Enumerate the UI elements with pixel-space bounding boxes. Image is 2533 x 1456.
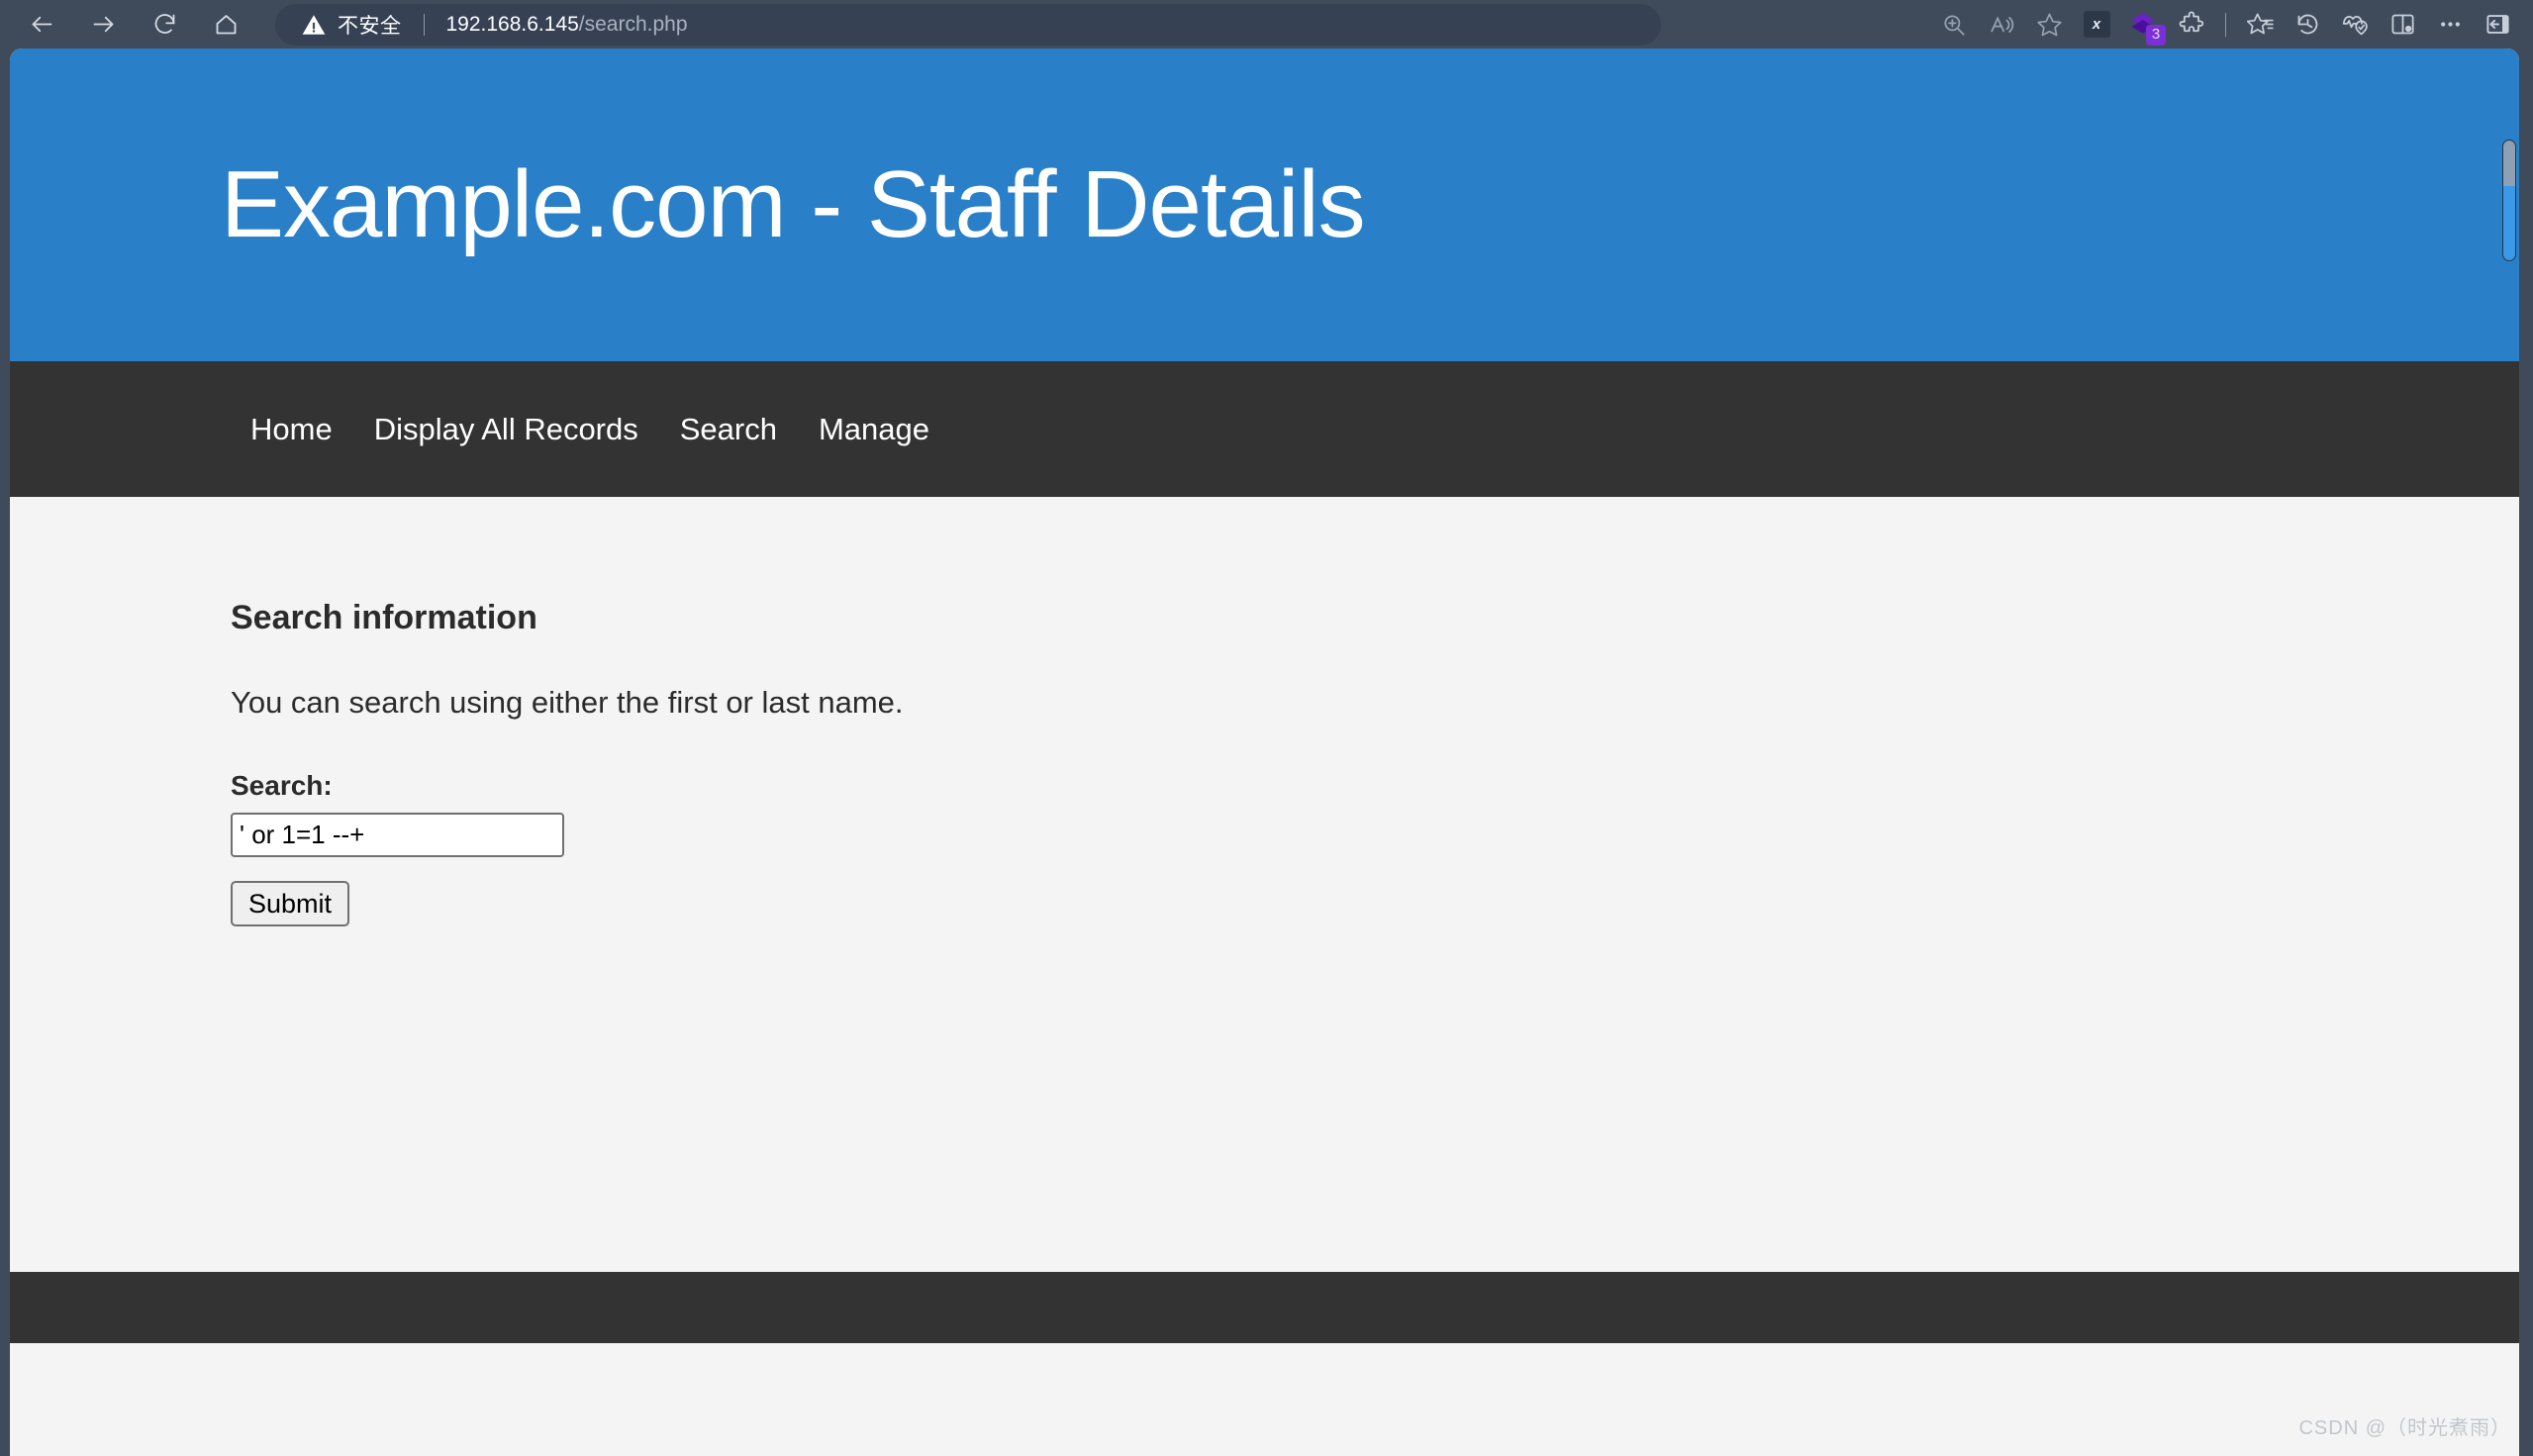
browser-toolbar: x 3	[1930, 0, 2533, 49]
section-heading: Search information	[231, 599, 537, 636]
browser-essentials-icon[interactable]	[2331, 0, 2379, 49]
url-text: 192.168.6.145/search.php	[446, 13, 688, 37]
sidebar-toggle-icon[interactable]	[2474, 0, 2521, 49]
page-viewport: Example.com - Staff Details Home Display…	[10, 49, 2519, 1456]
extension-count-badge: 3	[2146, 25, 2166, 46]
url-path: /search.php	[578, 12, 688, 36]
watermark-text: CSDN @（时光煮雨）	[2298, 1417, 2511, 1439]
page-bottom-whitespace	[10, 1343, 2519, 1456]
extensions-puzzle-icon[interactable]	[2168, 0, 2215, 49]
submit-button[interactable]: Submit	[231, 881, 350, 926]
nav-link-home[interactable]: Home	[250, 412, 333, 447]
more-options-icon[interactable]	[2426, 0, 2474, 49]
address-bar[interactable]: 不安全 192.168.6.145/search.php	[275, 3, 1661, 46]
favorite-star-icon[interactable]	[2025, 0, 2073, 49]
page-scrollbar-thumb[interactable]	[2502, 140, 2516, 261]
page-title: Example.com - Staff Details	[221, 151, 1366, 258]
search-input[interactable]	[231, 813, 564, 857]
nav-link-search[interactable]: Search	[680, 412, 777, 447]
search-field-label: Search:	[231, 770, 333, 801]
toolbar-divider	[2225, 12, 2226, 37]
section-description: You can search using either the first or…	[231, 685, 904, 720]
home-icon[interactable]	[200, 0, 251, 49]
site-footer	[10, 1272, 2519, 1343]
url-host: 192.168.6.145	[445, 12, 579, 36]
browser-chrome: 不安全 192.168.6.145/search.php x 3	[0, 0, 2533, 49]
excel-extension-icon[interactable]: x	[2073, 0, 2120, 49]
search-form: Search: Submit	[231, 770, 2519, 926]
security-status-label: 不安全	[338, 14, 402, 38]
nav-link-manage[interactable]: Manage	[819, 412, 929, 447]
reload-icon[interactable]	[139, 0, 190, 49]
main-content: Search information You can search using …	[10, 497, 2519, 1130]
read-aloud-icon[interactable]	[1978, 0, 2025, 49]
address-divider	[423, 13, 425, 36]
split-screen-icon[interactable]	[2379, 0, 2426, 49]
excel-chip-label: x	[2083, 11, 2110, 38]
forward-button[interactable]	[77, 0, 129, 49]
history-icon[interactable]	[2284, 0, 2331, 49]
back-button[interactable]	[16, 0, 67, 49]
layers-extension-icon[interactable]: 3	[2120, 0, 2168, 49]
collections-icon[interactable]	[2236, 0, 2284, 49]
not-secure-warning-icon	[301, 12, 327, 38]
site-header: Example.com - Staff Details	[10, 49, 2519, 361]
zoom-icon[interactable]	[1930, 0, 1978, 49]
nav-link-display-all-records[interactable]: Display All Records	[374, 412, 638, 447]
site-navigation: Home Display All Records Search Manage	[10, 361, 2519, 497]
